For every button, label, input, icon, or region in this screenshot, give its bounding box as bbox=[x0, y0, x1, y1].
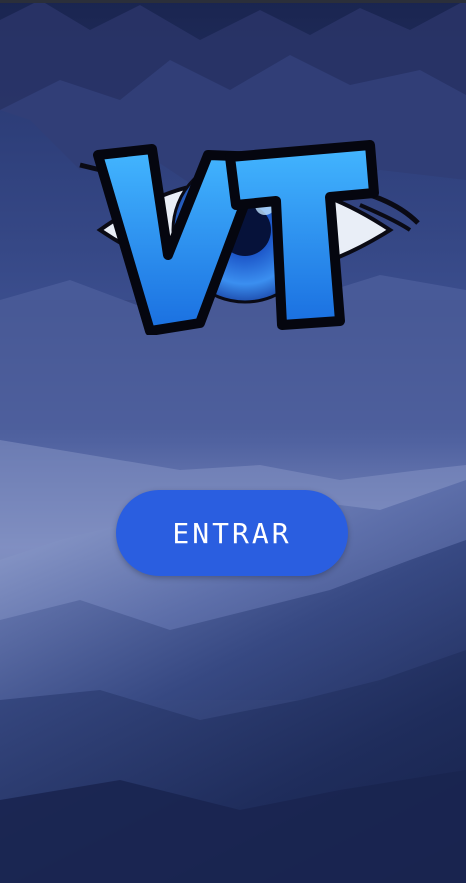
vt-logo bbox=[79, 140, 420, 335]
status-bar bbox=[0, 0, 466, 3]
mountain-background bbox=[0, 0, 466, 883]
login-screen: ENTRAR bbox=[0, 0, 466, 883]
enter-button[interactable]: ENTRAR bbox=[116, 490, 348, 576]
